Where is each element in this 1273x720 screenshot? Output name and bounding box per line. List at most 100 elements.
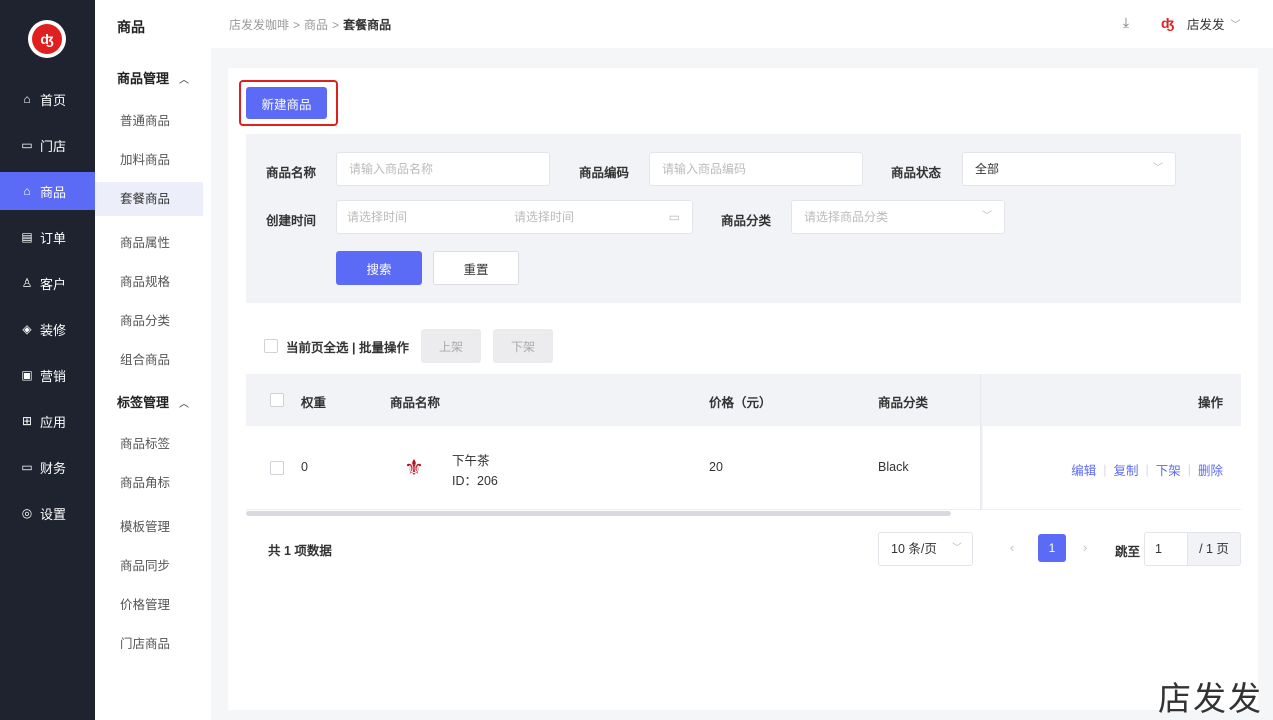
- top-header: 店发发咖啡 > 商品 > 套餐商品 ⤓ ʤ 店发发 ﹀: [211, 0, 1273, 48]
- nav-item-marketing[interactable]: ▣ 营销: [0, 356, 95, 394]
- submenu-item-sync[interactable]: 商品同步: [95, 549, 203, 583]
- category-label: 商品分类: [721, 214, 772, 228]
- nav-item-customers[interactable]: ♙ 客户: [0, 264, 95, 302]
- product-status-label: 商品状态: [891, 166, 942, 180]
- row-weight: 0: [301, 460, 308, 474]
- row-checkbox[interactable]: [270, 461, 284, 475]
- store-icon: ▭: [21, 138, 33, 152]
- goto-page-input[interactable]: 1: [1144, 532, 1187, 566]
- next-page-icon[interactable]: ›: [1083, 540, 1087, 555]
- nav-item-decoration[interactable]: ◈ 装修: [0, 310, 95, 348]
- nav-item-goods[interactable]: ⌂ 商品: [0, 172, 95, 210]
- nav-item-label: 门店: [40, 138, 67, 154]
- batch-actions: 当前页全选 | 批量操作 上架 下架: [264, 329, 553, 363]
- breadcrumb-item[interactable]: 店发发咖啡: [229, 18, 289, 32]
- app-logo[interactable]: ʤ: [28, 20, 66, 58]
- column-category: 商品分类: [878, 396, 929, 410]
- submenu-title: 商品: [117, 19, 145, 35]
- chevron-up-icon: ︿: [179, 399, 190, 410]
- nav-item-settings[interactable]: ◎ 设置: [0, 494, 95, 532]
- reset-button[interactable]: 重置: [433, 251, 519, 285]
- total-count: 共 1 项数据: [268, 544, 332, 558]
- settings-icon: ◎: [21, 506, 33, 520]
- nav-item-orders[interactable]: ▤ 订单: [0, 218, 95, 256]
- batch-off-shelf-button[interactable]: 下架: [492, 329, 553, 363]
- submenu-group-tags[interactable]: 标签管理 ︿: [117, 392, 189, 411]
- row-actions: 编辑 | 复制 | 下架 | 删除: [1071, 460, 1223, 479]
- product-name-input[interactable]: 请输入商品名称: [336, 152, 550, 186]
- delete-link[interactable]: 删除: [1198, 460, 1223, 479]
- created-time-label: 创建时间: [266, 214, 317, 228]
- nav-item-finance[interactable]: ▭ 财务: [0, 448, 95, 486]
- submenu-item-templates[interactable]: 模板管理: [95, 510, 203, 544]
- breadcrumb: 店发发咖啡 > 商品 > 套餐商品: [229, 16, 391, 33]
- breadcrumb-item[interactable]: 商品: [304, 18, 328, 32]
- column-actions: 操作: [1197, 396, 1223, 410]
- time-start-input[interactable]: 请选择时间: [347, 201, 407, 233]
- chevron-down-icon: ﹀: [1230, 20, 1241, 31]
- prev-page-icon[interactable]: ‹: [1010, 540, 1014, 555]
- batch-label: 当前页全选 | 批量操作: [286, 340, 409, 355]
- submenu-item-corner-tags[interactable]: 商品角标: [95, 466, 203, 500]
- download-icon[interactable]: ⤓: [1117, 14, 1135, 32]
- submenu-item-combo[interactable]: 套餐商品: [95, 182, 203, 216]
- watermark-text: 店发发: [1158, 679, 1263, 718]
- category-select[interactable]: 请选择商品分类 ﹀: [791, 200, 1005, 234]
- product-code-input[interactable]: 请输入商品编码: [649, 152, 863, 186]
- nav-item-label: 客户: [40, 276, 67, 292]
- logo-mark: ʤ: [32, 24, 62, 54]
- created-time-range[interactable]: 请选择时间 请选择时间 ▭: [336, 200, 693, 234]
- submenu-item-tags[interactable]: 商品标签: [95, 427, 203, 461]
- new-product-button[interactable]: 新建商品: [246, 87, 327, 119]
- time-end-input[interactable]: 请选择时间: [514, 201, 574, 233]
- nav-item-label: 设置: [40, 506, 67, 522]
- nav-item-label: 应用: [40, 414, 67, 430]
- fixed-column-shadow: [980, 374, 983, 510]
- nav-item-home[interactable]: ⌂ 首页: [0, 80, 95, 118]
- bag-icon: ⌂: [23, 184, 31, 198]
- layers-icon: ◈: [22, 322, 32, 336]
- user-icon: ♙: [21, 276, 33, 290]
- select-all-checkbox[interactable]: [264, 339, 278, 353]
- nav-item-label: 首页: [40, 92, 67, 108]
- divider: |: [1187, 462, 1191, 477]
- search-button[interactable]: 搜索: [336, 251, 422, 285]
- nav-item-apps[interactable]: ⊞ 应用: [0, 402, 95, 440]
- horizontal-scrollbar[interactable]: [246, 511, 951, 516]
- chevron-down-icon: ﹀: [1153, 163, 1163, 174]
- divider: |: [1103, 462, 1107, 477]
- header-checkbox[interactable]: [270, 393, 284, 407]
- breadcrumb-separator: >: [332, 18, 340, 32]
- product-code-label: 商品编码: [579, 166, 630, 180]
- page-number-1[interactable]: 1: [1038, 534, 1066, 562]
- nav-item-label: 装修: [40, 322, 67, 338]
- gift-icon: ▣: [21, 368, 33, 382]
- user-menu[interactable]: ʤ 店发发 ﹀: [1161, 14, 1241, 33]
- order-icon: ▤: [21, 230, 33, 244]
- submenu-item-normal[interactable]: 普通商品: [95, 104, 203, 138]
- product-thumbnail: ⚜: [404, 455, 424, 480]
- submenu-item-attributes[interactable]: 商品属性: [95, 226, 203, 260]
- divider: |: [1145, 462, 1149, 477]
- edit-link[interactable]: 编辑: [1071, 460, 1096, 479]
- nav-item-store[interactable]: ▭ 门店: [0, 126, 95, 164]
- copy-link[interactable]: 复制: [1113, 460, 1138, 479]
- breadcrumb-separator: >: [293, 18, 301, 32]
- nav-item-label: 订单: [40, 230, 67, 246]
- batch-on-shelf-button[interactable]: 上架: [420, 329, 481, 363]
- submenu-item-categories[interactable]: 商品分类: [95, 304, 203, 338]
- page-size-select[interactable]: 10 条/页 ﹀: [878, 532, 973, 566]
- submenu-item-store-goods[interactable]: 门店商品: [95, 627, 203, 661]
- chevron-down-icon: ﹀: [982, 211, 992, 222]
- submenu-group-goods-mgmt[interactable]: 商品管理 ︿: [117, 68, 189, 87]
- column-price: 价格（元）: [709, 396, 772, 410]
- submenu-item-prices[interactable]: 价格管理: [95, 588, 203, 622]
- column-weight: 权重: [301, 396, 327, 410]
- submenu-group-label: 标签管理: [117, 395, 170, 410]
- submenu-item-bundle[interactable]: 组合商品: [95, 343, 203, 377]
- off-shelf-link[interactable]: 下架: [1156, 460, 1181, 479]
- submenu-item-addon[interactable]: 加料商品: [95, 143, 203, 177]
- product-status-select[interactable]: 全部 ﹀: [962, 152, 1176, 186]
- column-product-name: 商品名称: [390, 396, 441, 410]
- submenu-item-specs[interactable]: 商品规格: [95, 265, 203, 299]
